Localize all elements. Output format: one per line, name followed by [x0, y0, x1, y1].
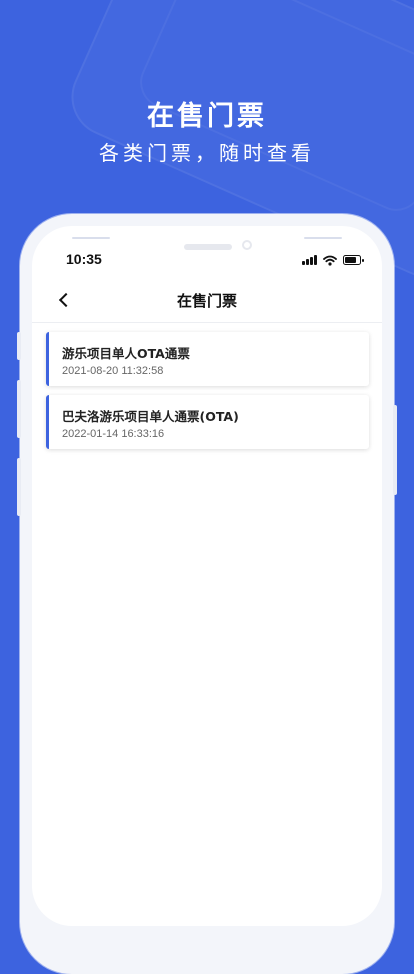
camera: [242, 240, 252, 250]
notch-line: [72, 237, 110, 239]
navigation-bar: 在售门票: [32, 278, 382, 323]
notch-line: [304, 237, 342, 239]
battery-icon: [342, 255, 364, 265]
ticket-card[interactable]: 游乐项目单人OTA通票 2021-08-20 11:32:58: [46, 332, 369, 386]
ticket-time: 2021-08-20 11:32:58: [62, 365, 164, 377]
status-icons: [302, 254, 364, 266]
page-title: 在售门票: [176, 292, 237, 310]
hero-title: 在售门票: [147, 101, 267, 132]
card-accent: [46, 332, 49, 386]
speaker: [184, 244, 232, 250]
phone-screen: 10:35 在售门票 游乐项目单人OTA通票 2021-08-20 11:32:…: [32, 226, 382, 926]
wifi-icon: [322, 255, 337, 266]
ticket-list: 游乐项目单人OTA通票 2021-08-20 11:32:58 巴夫洛游乐项目单…: [46, 332, 369, 458]
phone-side-button: [17, 458, 21, 516]
ticket-name: 巴夫洛游乐项目单人通票(OTA): [62, 409, 239, 424]
ticket-name: 游乐项目单人OTA通票: [62, 346, 190, 361]
ticket-card[interactable]: 巴夫洛游乐项目单人通票(OTA) 2022-01-14 16:33:16: [46, 395, 369, 449]
phone-side-button: [393, 405, 397, 495]
phone-side-button: [17, 332, 21, 360]
ticket-time: 2022-01-14 16:33:16: [62, 428, 165, 440]
signal-icon: [302, 255, 317, 265]
phone-side-button: [17, 380, 21, 438]
status-time: 10:35: [66, 251, 102, 267]
hero-subtitle: 各类门票，随时查看: [99, 141, 315, 165]
card-accent: [46, 395, 49, 449]
